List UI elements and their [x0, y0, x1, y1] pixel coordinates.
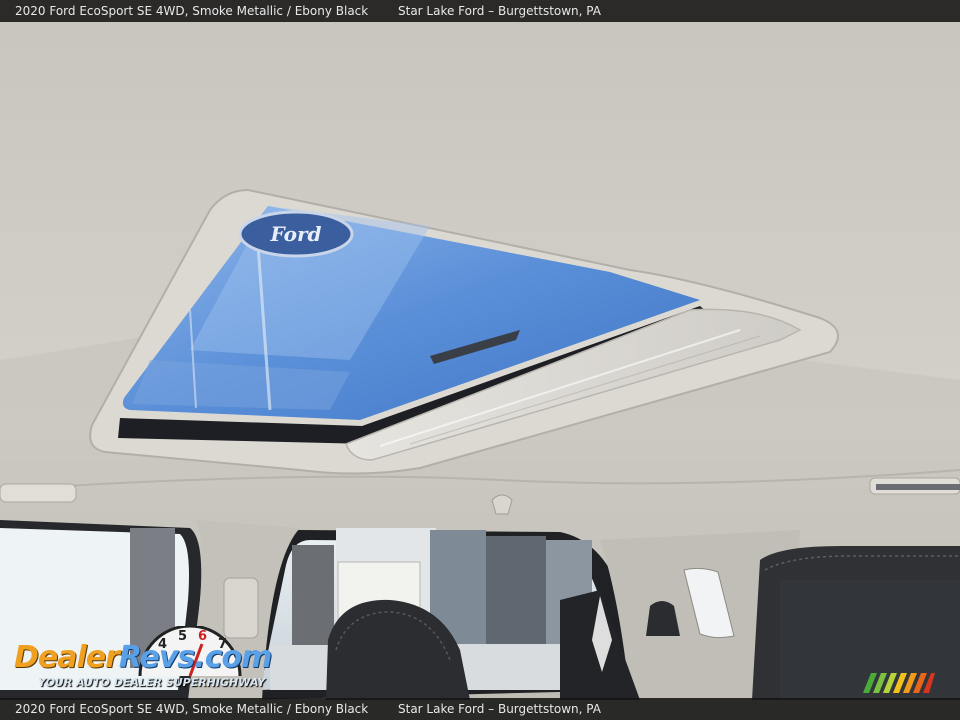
sunroof-photo: Ford — [0, 0, 960, 720]
caption-bar-bottom: 2020 Ford EcoSport SE 4WD, Smoke Metalli… — [0, 698, 960, 720]
logo-word-dealer: Dealer — [14, 640, 120, 675]
logo-wordmark: DealerRevs.com — [14, 640, 272, 675]
dealer-caption-bottom: Star Lake Ford – Burgettstown, PA — [398, 702, 601, 716]
glass-logo-reflection: Ford — [270, 222, 322, 246]
logo-word-revs: Revs — [118, 640, 195, 675]
vehicle-caption-bottom: 2020 Ford EcoSport SE 4WD, Smoke Metalli… — [15, 702, 369, 716]
stripes-logo-icon — [863, 673, 935, 693]
logo-tagline: YOUR AUTO DEALER SUPERHIGHWAY — [38, 676, 266, 689]
logo-domain: .com — [194, 640, 272, 675]
dealer-caption: Star Lake Ford – Burgettstown, PA — [398, 4, 601, 18]
caption-bar-top: 2020 Ford EcoSport SE 4WD, Smoke Metalli… — [0, 0, 960, 22]
vehicle-caption: 2020 Ford EcoSport SE 4WD, Smoke Metalli… — [15, 4, 369, 18]
dealerrevs-logo: 4 5 6 7 DealerRevs.com YOUR AUTO DEALER … — [10, 626, 272, 696]
